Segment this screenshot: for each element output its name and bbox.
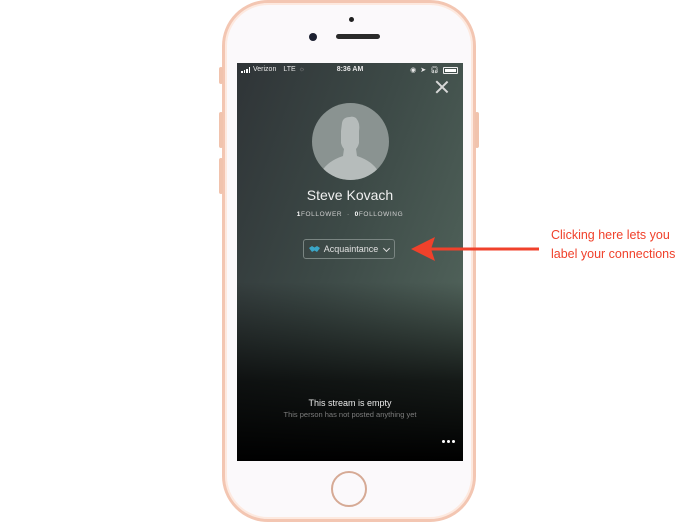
annotation-arrow-icon [411, 237, 539, 261]
front-sensor [349, 17, 354, 22]
following-label[interactable]: FOLLOWING [359, 211, 403, 218]
rotation-lock-icon: ◉ [410, 67, 417, 74]
power-button[interactable] [475, 112, 479, 148]
stats-separator: · [347, 211, 350, 218]
headphones-icon: 🎧︎ [430, 67, 439, 74]
default-person-icon [322, 116, 378, 180]
volume-down-button[interactable] [219, 158, 223, 194]
chevron-down-icon [383, 244, 391, 252]
front-camera [309, 33, 317, 41]
location-icon: ➤ [420, 67, 427, 74]
follow-stats: 1FOLLOWER · 0FOLLOWING [237, 211, 463, 218]
battery-icon [443, 66, 458, 74]
status-bar: Verizon LTE ☼ 8:36 AM ◉ ➤ 🎧︎ [237, 63, 463, 77]
profile-name: Steve Kovach [306, 187, 394, 203]
more-options-icon[interactable] [442, 440, 455, 443]
relationship-label-dropdown[interactable]: Acquaintance [303, 239, 395, 259]
avatar [312, 103, 389, 180]
close-icon[interactable] [435, 80, 449, 94]
annotation-text: Clicking here lets you label your connec… [551, 228, 676, 261]
relationship-label: Acquaintance [323, 244, 379, 254]
home-button[interactable] [331, 471, 367, 507]
volume-up-button[interactable] [219, 112, 223, 148]
empty-stream-subtitle: This person has not posted anything yet [283, 410, 417, 419]
silent-switch[interactable] [219, 67, 223, 84]
followers-label[interactable]: FOLLOWER [301, 211, 342, 218]
handshake-icon [308, 246, 320, 252]
empty-stream-title: This stream is empty [308, 398, 392, 408]
earpiece-speaker [336, 34, 380, 39]
